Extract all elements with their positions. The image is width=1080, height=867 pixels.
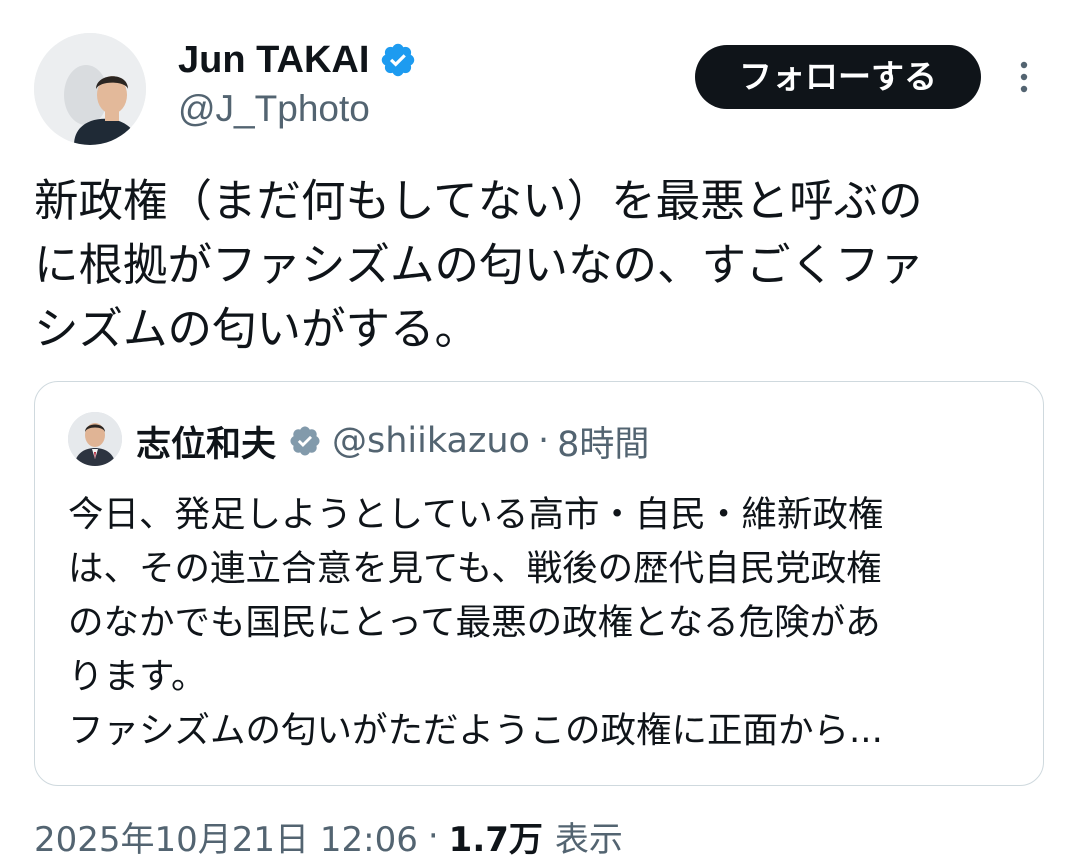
separator-dot: · [537,421,550,461]
quoted-avatar-photo [68,412,122,466]
author-name[interactable]: Jun TAKAI [178,34,417,86]
follow-button[interactable]: フォローする [695,45,981,109]
gray-verified-badge-icon[interactable] [288,424,322,458]
quoted-tweet-card[interactable]: 志位和夫 @shiikazuo · 8時間 今日、発足しようとしている高市・自民… [34,381,1044,786]
views-count: 1.7万 [448,819,543,860]
views-label: 表示 [554,819,623,860]
avatar-photo [34,33,146,145]
author-avatar[interactable] [34,33,146,145]
quoted-handle[interactable]: @shiikazuo [332,421,530,461]
separator-dot: · [427,816,439,856]
author-display-name[interactable]: Jun TAKAI [178,34,369,86]
verified-badge-icon[interactable] [379,41,417,79]
quoted-header: 志位和夫 @shiikazuo · 8時間 [136,416,649,466]
tweet-meta: 2025年10月21日 12:06 · 1.7万 表示 [34,808,623,864]
quoted-author-avatar[interactable] [68,412,122,466]
quoted-timestamp[interactable]: 8時間 [557,416,649,467]
more-vertical-icon[interactable] [1004,57,1044,97]
tweet-timestamp[interactable]: 2025年10月21日 12:06 [34,812,418,861]
quoted-tweet-text: 今日、発足しようとしている高市・自民・維新政権 は、その連立合意を見ても、戦後の… [68,494,884,751]
author-handle[interactable]: @J_Tphoto [178,86,370,132]
quoted-display-name[interactable]: 志位和夫 [136,416,276,467]
tweet-text: 新政権（まだ何もしてない）を最悪と呼ぶの に根拠がファシズムの匂いなの、すごくフ… [34,176,925,355]
